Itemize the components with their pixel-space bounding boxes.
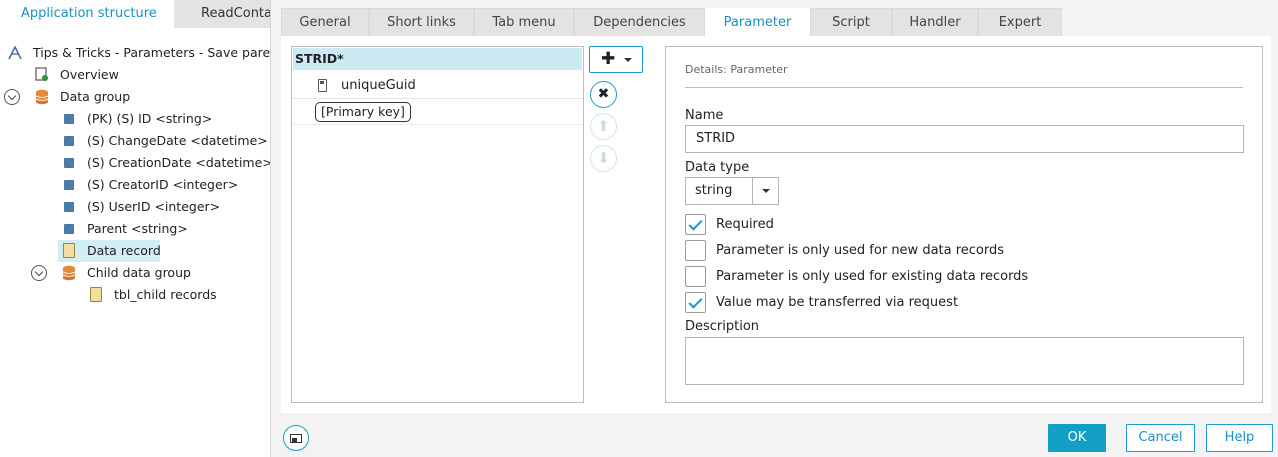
app-icon xyxy=(8,46,22,60)
tab-parameter[interactable]: Parameter xyxy=(705,8,810,36)
tree-item-field[interactable]: (S) CreatorID <integer> xyxy=(0,174,270,196)
field-icon xyxy=(64,180,74,190)
tree-item-data-record[interactable]: Data record xyxy=(0,240,270,262)
details-panel: Details: Parameter Name STRID Data type … xyxy=(665,46,1263,403)
request-transfer-checkbox[interactable] xyxy=(685,292,706,313)
tree-item-label: (S) CreationDate <datetime> xyxy=(87,155,270,170)
collapse-icon[interactable] xyxy=(4,89,20,105)
tab-short-links[interactable]: Short links xyxy=(369,8,474,36)
description-field[interactable] xyxy=(685,337,1244,385)
cancel-button[interactable]: Cancel xyxy=(1126,424,1195,452)
arrow-up-icon: ⬆ xyxy=(597,117,610,135)
field-icon xyxy=(64,202,74,212)
description-label: Description xyxy=(685,319,760,334)
tab-application-structure[interactable]: Application structure xyxy=(0,0,174,28)
tab-script[interactable]: Script xyxy=(810,8,892,36)
application-structure-panel: Application structure ReadContai Tips & … xyxy=(0,0,270,457)
parameter-list[interactable]: STRID* uniqueGuid [Primary key] xyxy=(291,46,584,403)
tree-item-label: Parent <string> xyxy=(87,221,188,236)
tree-item-label: Child data group xyxy=(87,265,191,280)
tree-item-label: (S) CreatorID <integer> xyxy=(87,177,239,192)
parameter-tab-content: STRID* uniqueGuid [Primary key] ✚ ✖ ⬆ ⬇ … xyxy=(281,36,1271,413)
tab-dependencies[interactable]: Dependencies xyxy=(574,8,705,36)
parameter-value: uniqueGuid xyxy=(341,78,416,93)
tree-item-app-root[interactable]: Tips & Tricks - Parameters - Save parent xyxy=(0,42,270,64)
tree-item-label: (S) UserID <integer> xyxy=(87,199,221,214)
database-icon xyxy=(35,89,49,105)
existing-records-checkbox[interactable] xyxy=(685,266,706,287)
window-mode-button[interactable] xyxy=(283,425,309,451)
tab-expert[interactable]: Expert xyxy=(978,8,1062,36)
field-icon xyxy=(64,114,74,124)
datatype-value: string xyxy=(695,183,733,198)
field-icon xyxy=(64,224,74,234)
plus-icon: ✚ xyxy=(601,49,616,69)
close-icon: ✖ xyxy=(597,86,610,102)
required-checkbox[interactable] xyxy=(685,214,706,235)
tree-item-data-group[interactable]: Data group xyxy=(0,86,270,108)
new-records-checkbox[interactable] xyxy=(685,240,706,261)
details-title: Details: Parameter xyxy=(685,63,788,76)
tree-item-overview[interactable]: Overview xyxy=(0,64,270,86)
tree-item-label: Data group xyxy=(60,89,131,104)
calculator-icon xyxy=(318,79,327,92)
field-icon xyxy=(64,158,74,168)
parameter-list-item-selected[interactable]: STRID* xyxy=(293,48,582,70)
field-icon xyxy=(64,136,74,146)
record-icon xyxy=(90,287,102,302)
properties-dialog: General Short links Tab menu Dependencie… xyxy=(270,0,1278,457)
parameter-badge-row: [Primary key] xyxy=(292,99,583,125)
tree-item-child-records[interactable]: tbl_child records xyxy=(0,284,270,306)
checkbox-label: Parameter is only used for new data reco… xyxy=(716,243,1005,258)
collapse-icon[interactable] xyxy=(31,265,47,281)
tab-tab-menu[interactable]: Tab menu xyxy=(474,8,574,36)
tree-item-field[interactable]: (S) CreationDate <datetime> xyxy=(0,152,270,174)
checkbox-label: Value may be transferred via request xyxy=(716,295,959,310)
tree-item-label: (PK) (S) ID <string> xyxy=(87,111,213,126)
checkbox-label: Parameter is only used for existing data… xyxy=(716,269,1029,284)
tree-item-label: Overview xyxy=(60,67,119,82)
remove-parameter-button[interactable]: ✖ xyxy=(590,81,617,108)
tree-item-label: Tips & Tricks - Parameters - Save parent xyxy=(33,45,270,60)
tree-item-label: (S) ChangeDate <datetime> xyxy=(87,133,268,148)
move-up-button[interactable]: ⬆ xyxy=(590,113,617,140)
tree-item-field[interactable]: (S) ChangeDate <datetime> xyxy=(0,130,270,152)
tree-item-label: Data record xyxy=(87,243,161,258)
tree-item-child-data-group[interactable]: Child data group xyxy=(0,262,270,284)
tab-read-contai[interactable]: ReadContai xyxy=(174,0,270,28)
datatype-label: Data type xyxy=(685,160,750,175)
database-icon xyxy=(62,265,76,281)
window-icon-inner xyxy=(292,438,297,442)
arrow-down-icon: ⬇ xyxy=(597,149,610,167)
document-icon xyxy=(35,67,48,81)
record-icon xyxy=(63,243,75,258)
name-field[interactable]: STRID xyxy=(685,125,1244,153)
checkbox-label: Required xyxy=(716,217,774,232)
move-down-button[interactable]: ⬇ xyxy=(590,145,617,172)
help-button[interactable]: Help xyxy=(1206,424,1273,452)
divider xyxy=(685,87,1243,88)
ok-button[interactable]: OK xyxy=(1048,424,1106,452)
tab-general[interactable]: General xyxy=(281,8,369,36)
primary-key-badge: [Primary key] xyxy=(315,102,411,122)
parameter-value-row[interactable]: uniqueGuid xyxy=(292,74,583,99)
chevron-down-icon xyxy=(624,58,632,62)
tree-item-label: tbl_child records xyxy=(114,287,217,302)
datatype-select[interactable]: string xyxy=(685,177,779,205)
tab-handler[interactable]: Handler xyxy=(892,8,978,36)
chevron-down-icon xyxy=(762,189,770,193)
add-parameter-button[interactable]: ✚ xyxy=(589,46,643,73)
tree-item-field[interactable]: (PK) (S) ID <string> xyxy=(0,108,270,130)
left-tab-bar: Application structure ReadContai xyxy=(0,0,270,28)
select-divider xyxy=(752,178,753,204)
name-label: Name xyxy=(685,108,724,123)
tree-item-field[interactable]: Parent <string> xyxy=(0,218,270,240)
tree-item-field[interactable]: (S) UserID <integer> xyxy=(0,196,270,218)
